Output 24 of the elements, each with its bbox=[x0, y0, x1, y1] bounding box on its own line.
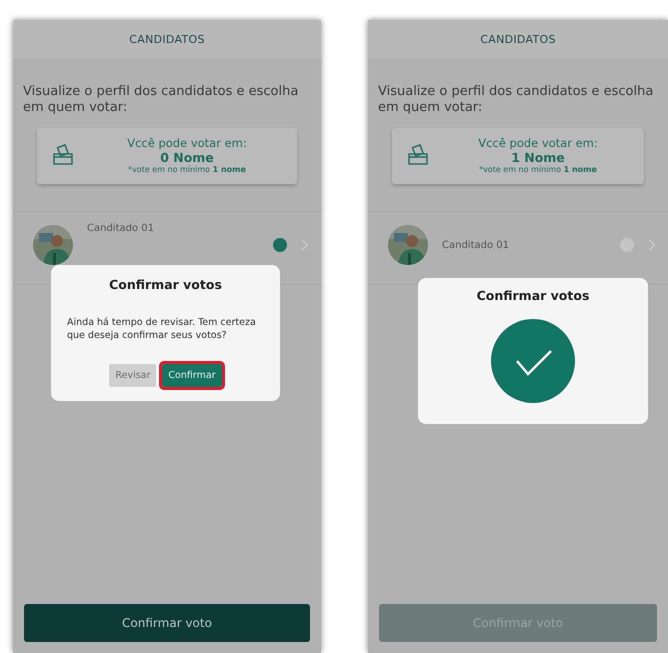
vote-note: *vote em no mínimo 1 nome bbox=[128, 165, 246, 174]
confirm-vote-button[interactable]: Confirmar voto bbox=[24, 604, 310, 642]
check-icon bbox=[491, 319, 575, 403]
candidate-row[interactable]: Canditado 01 bbox=[368, 212, 668, 284]
intro-text: Visualize o perfil dos candidatos e escolha em quem votar: bbox=[23, 84, 300, 116]
vote-label: Vccê pode votar em: bbox=[127, 136, 247, 150]
ballot-box-icon bbox=[51, 143, 75, 167]
dialog-message: Ainda há tempo de revisar. Tem certeza que deseja confirmar seus votos? bbox=[67, 316, 257, 342]
vote-label: Vccê pode votar em: bbox=[478, 136, 598, 150]
chevron-right-icon[interactable] bbox=[301, 238, 309, 252]
candidate-name: Canditado 01 bbox=[442, 240, 510, 250]
radio-button[interactable] bbox=[273, 238, 287, 252]
vote-count: 1 Nome bbox=[511, 150, 565, 165]
vote-count: 0 Nome bbox=[160, 150, 214, 165]
screen-title: CANDIDATOS bbox=[129, 32, 205, 46]
ballot-box-icon bbox=[406, 143, 430, 167]
chevron-right-icon[interactable] bbox=[648, 238, 656, 252]
candidate-name: Canditado 01 bbox=[87, 222, 155, 234]
vote-note: *vote em no mínimo 1 nome bbox=[479, 165, 597, 174]
confirm-button[interactable]: Confirmar bbox=[162, 364, 222, 387]
review-button[interactable]: Revisar bbox=[109, 364, 156, 387]
dialog-title: Confirmar votos bbox=[476, 288, 590, 303]
screen-title: CANDIDATOS bbox=[480, 32, 556, 46]
intro-text: Visualize o perfil dos candidatos e escolha em quem votar: bbox=[378, 84, 654, 116]
